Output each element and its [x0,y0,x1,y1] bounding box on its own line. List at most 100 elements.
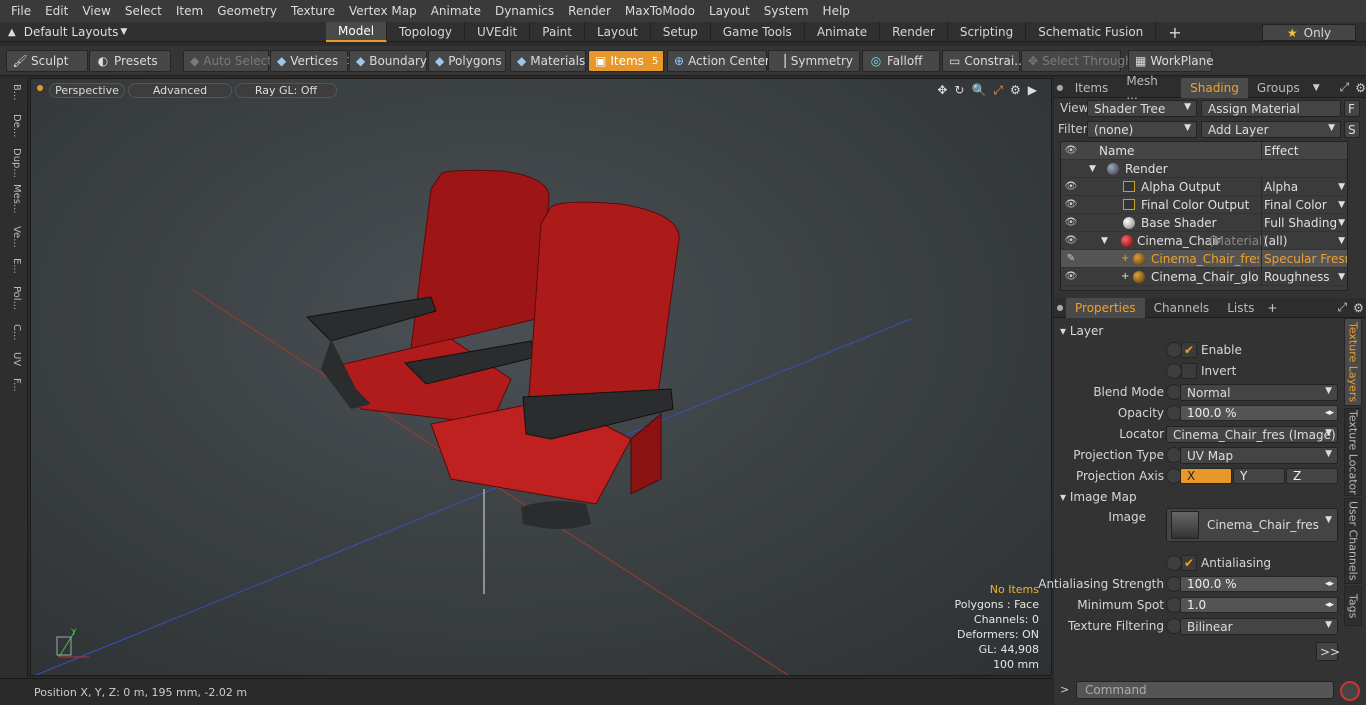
polygons-button[interactable]: ◆ Polygons [428,50,506,72]
texture-filtering-dropdown[interactable]: Bilinear ▼ [1180,618,1338,635]
tree-row-cinema-chair-glos[interactable]: 👁 + Cinema_Chair_glos Roughness ▼ [1061,267,1347,286]
left-tab-basic[interactable]: B... [4,84,22,100]
presets-button[interactable]: ◐ Presets [89,50,171,72]
opacity-field[interactable]: 100.0 % ◂▸ [1180,405,1338,421]
materials-button[interactable]: ◆ Materials [510,50,586,72]
tab-groups[interactable]: Groups [1248,78,1309,98]
tab-render[interactable]: Render [880,22,948,42]
blend-mode-dropdown[interactable]: Normal ▼ [1180,384,1338,401]
tab-model[interactable]: Model [326,22,388,42]
default-layouts-dropdown[interactable]: ▲ Default Layouts ▼ [8,22,127,42]
more-button[interactable]: >> [1316,642,1340,661]
menu-layout[interactable]: Layout [702,4,757,18]
tab-shading[interactable]: Shading [1181,77,1248,98]
tab-paint[interactable]: Paint [530,22,585,42]
menu-file[interactable]: File [4,4,38,18]
row-effect[interactable]: Full Shading ▼ [1261,213,1347,232]
axis-z-button[interactable]: Z [1286,468,1338,484]
invert-checkbox[interactable]: ✔ [1181,363,1197,379]
add-tab-icon[interactable]: + [1267,301,1277,315]
tab-layout[interactable]: Layout [585,22,651,42]
tab-topology[interactable]: Topology [387,22,466,42]
left-tab-duplicate[interactable]: Dup... [4,148,22,178]
tab-scripting[interactable]: Scripting [948,22,1027,42]
menu-texture[interactable]: Texture [284,4,342,18]
left-tab-vertex[interactable]: Ve... [4,226,22,248]
tab-properties[interactable]: Properties [1066,297,1145,318]
items-button[interactable]: ▣ Items 5 [588,50,664,72]
view-dropdown[interactable]: Shader Tree ▼ [1087,100,1197,117]
slider-arrows-icon[interactable]: ◂▸ [1325,600,1334,610]
menu-vertex-map[interactable]: Vertex Map [342,4,424,18]
assign-material-button[interactable]: Assign Material [1201,100,1341,117]
slider-arrows-icon[interactable]: ◂▸ [1325,408,1334,418]
menu-geometry[interactable]: Geometry [210,4,284,18]
tree-row-cinema-chair-fres[interactable]: ✎ + Cinema_Chair_fres Specular Fresn... [1061,249,1347,268]
tab-items[interactable]: Items [1066,78,1118,98]
record-icon[interactable] [1340,681,1360,701]
tab-setup[interactable]: Setup [651,22,711,42]
eye-icon[interactable]: 👁 [1061,199,1081,210]
locator-dropdown[interactable]: Cinema_Chair_fres (Image) ( ...▼ [1166,426,1338,443]
tab-user-channels[interactable]: User Channels [1344,498,1362,584]
workplane-button[interactable]: ▦ WorkPlane [1128,50,1214,72]
minimum-spot-field[interactable]: 1.0 ◂▸ [1180,597,1338,613]
menu-edit[interactable]: Edit [38,4,75,18]
filter-dropdown[interactable]: (none) ▼ [1087,121,1197,138]
row-effect[interactable]: (all) ▼ [1261,231,1347,250]
tab-uvedit[interactable]: UVEdit [465,22,531,42]
menu-render[interactable]: Render [561,4,618,18]
tree-row-base-shader[interactable]: 👁 Base Shader Full Shading ▼ [1061,213,1347,232]
brush-icon[interactable]: ✎ [1061,253,1081,264]
tab-tags[interactable]: Tags [1344,586,1362,626]
left-tab-edge[interactable]: E... [4,258,22,274]
eye-icon[interactable]: 👁 [1061,181,1081,192]
aa-strength-field[interactable]: 100.0 % ◂▸ [1180,576,1338,592]
row-effect[interactable]: Roughness ▼ [1261,267,1347,286]
boundary-button[interactable]: ◆ Boundary [349,50,427,72]
tab-texture-layers[interactable]: Texture Layers [1344,318,1362,406]
vertices-button[interactable]: ◆ Vertices 1 [270,50,352,72]
expand-arrow-icon[interactable]: ▼ [1089,164,1096,174]
s-button[interactable]: S [1344,121,1360,138]
menu-dynamics[interactable]: Dynamics [488,4,561,18]
gear-icon[interactable]: ⚙ [1353,301,1364,315]
tree-row-final-color[interactable]: 👁 Final Color Output Final Color ▼ [1061,195,1347,214]
eye-icon[interactable]: 👁 [1061,217,1081,228]
projection-type-dropdown[interactable]: UV Map ▼ [1180,447,1338,464]
menu-help[interactable]: Help [816,4,857,18]
tree-row-alpha-output[interactable]: 👁 Alpha Output Alpha ▼ [1061,177,1347,196]
expand-icon[interactable]: ⤢ [1337,300,1347,315]
tab-channels[interactable]: Channels [1145,298,1219,318]
tab-texture-locator[interactable]: Texture Locator [1344,408,1362,496]
tab-game-tools[interactable]: Game Tools [711,22,805,42]
layer-section-header[interactable]: ▾ Layer [1060,324,1103,338]
3d-viewport[interactable]: Perspective Advanced Ray GL: Off ✥ ↻ 🔍 ⤢… [30,78,1052,676]
expand-icon[interactable]: ⤢ [1340,80,1350,95]
menu-item[interactable]: Item [169,4,210,18]
f-button[interactable]: F [1344,100,1360,117]
select-through-button[interactable]: ✥ Select Through [1021,50,1133,72]
symmetry-button[interactable]: ▕ Symmetry [768,50,860,72]
image-dropdown[interactable]: Cinema_Chair_fres ▼ [1166,508,1338,542]
invert-keyframe-toggle[interactable] [1166,363,1182,379]
left-tab-mesh[interactable]: Mes... [4,184,22,214]
add-tab-button[interactable]: + [1156,22,1193,42]
row-effect[interactable]: Alpha ▼ [1261,177,1347,196]
command-expand-icon[interactable]: > [1060,683,1069,696]
antialiasing-toggle[interactable] [1166,555,1182,571]
expand-plus-icon[interactable]: + [1121,271,1129,282]
tree-row-cinema-chair-material[interactable]: 👁 ▼ Cinema_Chair (Material) (all) ▼ [1061,231,1347,250]
tab-mesh[interactable]: Mesh ... [1117,74,1181,102]
menu-maxtomodo[interactable]: MaxToModo [618,4,702,18]
add-layer-dropdown[interactable]: Add Layer ▼ [1201,121,1341,138]
menu-view[interactable]: View [75,4,117,18]
left-tab-fusion[interactable]: F... [4,378,22,392]
row-effect[interactable]: Final Color ▼ [1261,195,1347,214]
eye-icon[interactable]: 👁 [1061,235,1081,246]
auto-select-button[interactable]: ◆ Auto Select [183,50,272,72]
axis-x-button[interactable]: X [1180,468,1232,484]
enable-keyframe-toggle[interactable] [1166,342,1182,358]
chevron-down-icon[interactable]: ▼ [1313,83,1320,93]
left-tab-curve[interactable]: C... [4,324,22,341]
